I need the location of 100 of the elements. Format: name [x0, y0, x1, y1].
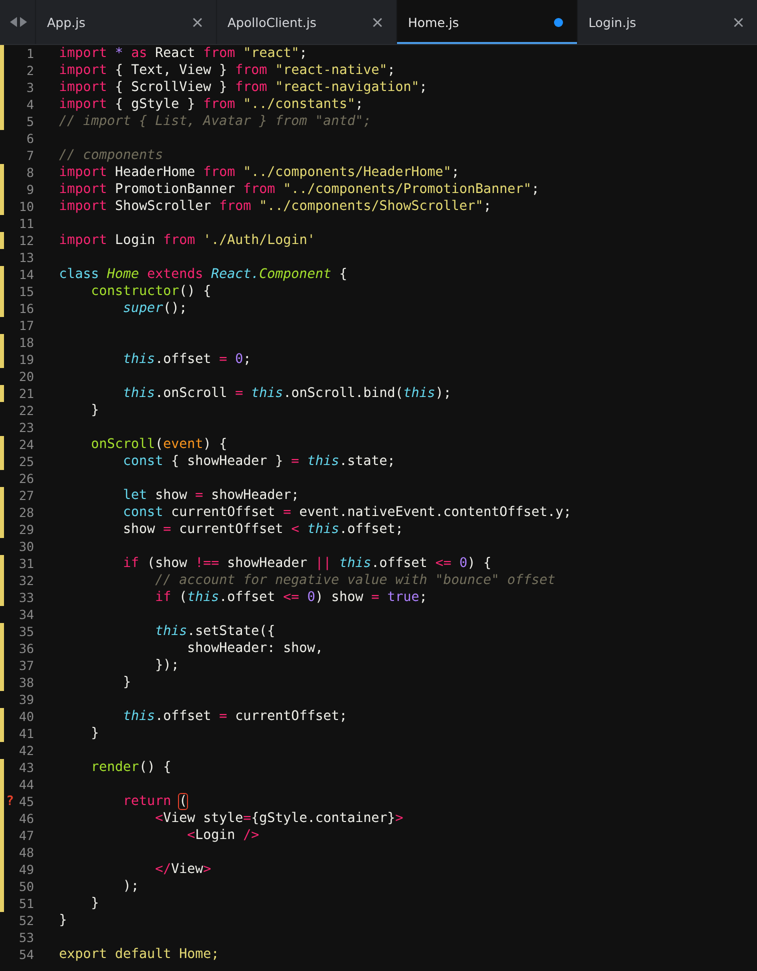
line-number: 29	[18, 522, 34, 537]
line-number: 49	[18, 862, 34, 877]
code-line: const { showHeader } = this.state;	[122, 453, 396, 470]
line-number: 44	[18, 777, 34, 792]
code-line: }	[90, 895, 100, 912]
code-line: this.offset = currentOffset;	[122, 708, 348, 725]
code-line: class Home extends React.Component {	[59, 266, 348, 283]
code-line: super();	[122, 300, 188, 317]
line-number: 45	[18, 794, 34, 809]
line-number: 26	[18, 471, 34, 486]
code-line: this.onScroll = this.onScroll.bind(this);	[122, 385, 452, 402]
code-line: constructor() {	[90, 283, 212, 300]
line-number: 6	[25, 131, 34, 146]
line-number: 33	[18, 590, 34, 605]
line-number: 18	[18, 335, 34, 350]
line-number: 27	[18, 488, 34, 503]
line-number: 31	[18, 556, 34, 571]
code-line: import PromotionBanner from "../components/PromotionBanner";	[59, 181, 540, 198]
code-line: import Login from './Auth/Login'	[59, 232, 316, 249]
code-line: // account for negative value with "bounce" offset	[154, 572, 556, 589]
line-number: 38	[18, 675, 34, 690]
code-line: import { ScrollView } from "react-navigation";	[59, 79, 428, 96]
code-line: if (this.offset <= 0) show = true;	[154, 589, 428, 606]
line-number: 32	[18, 573, 34, 588]
line-number: 12	[18, 233, 34, 248]
line-number: 1	[25, 46, 34, 61]
line-number: 11	[18, 216, 34, 231]
line-number: 10	[18, 199, 34, 214]
close-icon[interactable]	[734, 18, 743, 26]
line-number: 15	[18, 284, 34, 299]
line-number: 4	[25, 97, 34, 112]
line-number: 30	[18, 539, 34, 554]
code-line: import HeaderHome from "../components/HeaderHome";	[59, 164, 460, 181]
line-number: 40	[18, 709, 34, 724]
line-number: 53	[18, 930, 34, 945]
line-number: 51	[18, 896, 34, 911]
line-number: 25	[18, 454, 34, 469]
file-tab[interactable]: App.js	[35, 0, 216, 44]
line-number: 46	[18, 811, 34, 826]
line-number: 52	[18, 913, 34, 928]
line-number: 50	[18, 879, 34, 894]
line-number: 17	[18, 318, 34, 333]
code-line: // import { List, Avatar } from "antd";	[59, 113, 372, 130]
line-number: 9	[25, 182, 34, 197]
line-number: 8	[25, 165, 34, 180]
code-line: import { gStyle } from "../constants";	[59, 96, 364, 113]
code-line: }	[122, 674, 132, 691]
line-number: 14	[18, 267, 34, 282]
code-line: const currentOffset = event.nativeEvent.contentOffset.y;	[122, 504, 572, 521]
line-number: 54	[18, 947, 34, 962]
line-number: 21	[18, 386, 34, 401]
line-number: 35	[18, 624, 34, 639]
code-line: import * as React from "react";	[59, 45, 308, 62]
line-number: 41	[18, 726, 34, 741]
file-tab[interactable]: Home.js	[396, 0, 576, 44]
code-line: let show = showHeader;	[122, 487, 300, 504]
code-line: render() {	[90, 759, 172, 776]
code-line: import { Text, View } from "react-native";	[59, 62, 396, 79]
code-line: }	[90, 725, 100, 742]
line-number: 20	[18, 369, 34, 384]
code-line: show = currentOffset < this.offset;	[122, 521, 404, 538]
code-line: </View>	[154, 861, 212, 878]
code-line: );	[122, 878, 140, 895]
line-number: 48	[18, 845, 34, 860]
line-number: 39	[18, 692, 34, 707]
forward-icon[interactable]	[20, 17, 27, 27]
code-line: onScroll(event) {	[90, 436, 228, 453]
line-number: 28	[18, 505, 34, 520]
code-line: }	[59, 912, 68, 929]
code-line: <Login />	[186, 827, 260, 844]
code-line: return (	[122, 793, 188, 810]
code-line: import ShowScroller from "../components/ShowScroller";	[59, 198, 492, 215]
line-number: 22	[18, 403, 34, 418]
line-number: 19	[18, 352, 34, 367]
code-line: }	[90, 402, 100, 419]
line-number: 36	[18, 641, 34, 656]
line-number: 16	[18, 301, 34, 316]
line-number: 34	[18, 607, 34, 622]
line-number: 37	[18, 658, 34, 673]
gutter-marker: ?	[6, 794, 14, 809]
line-number: 47	[18, 828, 34, 843]
line-number: 24	[18, 437, 34, 452]
line-number: 13	[18, 250, 34, 265]
line-number: 43	[18, 760, 34, 775]
code-line: // components	[59, 147, 164, 164]
code-line: export default Home;	[59, 946, 220, 963]
line-number: 23	[18, 420, 34, 435]
code-line: showHeader: show,	[186, 640, 324, 657]
line-number: 5	[25, 114, 34, 129]
code-line: <View style={gStyle.container}>	[154, 810, 404, 827]
line-number: 42	[18, 743, 34, 758]
code-line: });	[154, 657, 180, 674]
line-number: 3	[25, 80, 34, 95]
back-icon[interactable]	[10, 17, 17, 27]
close-icon[interactable]	[192, 18, 202, 26]
code-line: if (show !== showHeader || this.offset <= 0) {	[122, 555, 492, 572]
code-line: this.setState({	[154, 623, 276, 640]
line-number: 2	[25, 63, 34, 78]
file-tab[interactable]: Login.js	[576, 0, 757, 44]
close-icon[interactable]	[373, 18, 382, 26]
